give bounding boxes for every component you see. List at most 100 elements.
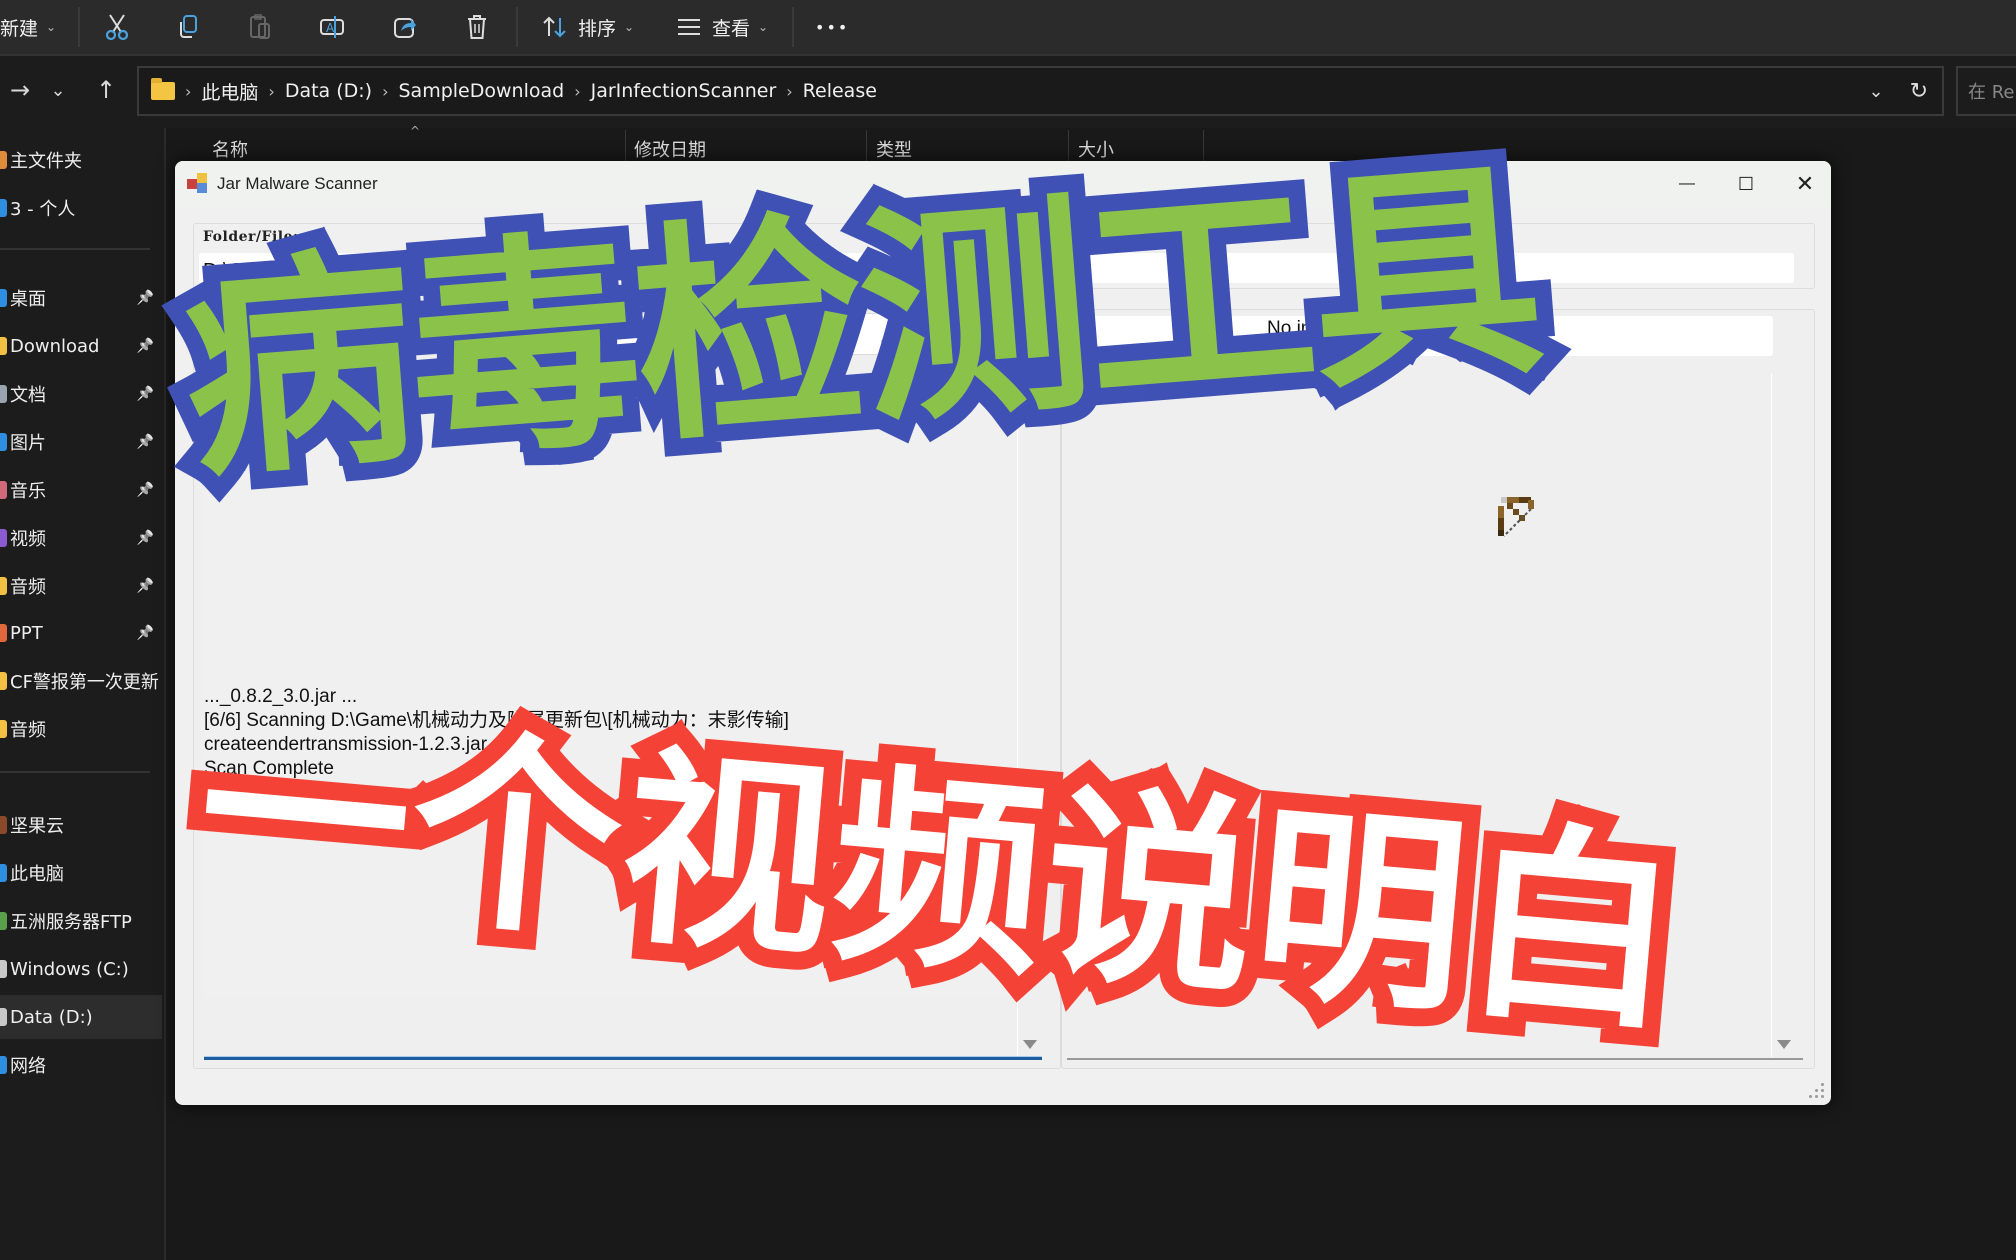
search-input[interactable]: 在 Rel <box>1956 66 2016 116</box>
sidebar-item[interactable]: 3 - 个人 <box>0 186 162 230</box>
sidebar-item-label: 网络 <box>10 1056 46 1077</box>
sidebar-divider <box>0 771 150 773</box>
resize-grip-icon[interactable] <box>1809 1083 1825 1099</box>
sidebar-item-label: 音频 <box>10 720 46 741</box>
sidebar-item-label: 视频 <box>10 529 46 550</box>
svg-text:A: A <box>326 21 335 35</box>
minimize-button[interactable]: — <box>1657 161 1717 207</box>
delete-button[interactable] <box>462 0 492 54</box>
folder-file-label: Folder/File: <box>201 229 301 245</box>
breadcrumb-jarinfectionscanner[interactable]: JarInfectionScanner <box>591 80 777 102</box>
window-titlebar[interactable]: Jar Malware Scanner — ☐ ✕ <box>175 161 1831 207</box>
sidebar-item[interactable]: PPT 📌 <box>0 611 162 655</box>
breadcrumb-data-drive[interactable]: Data (D:) <box>285 80 372 102</box>
pin-icon[interactable]: 📌 <box>137 625 154 641</box>
sidebar-item[interactable]: 网络 <box>0 1043 162 1087</box>
sort-button[interactable]: 排序 ⌄ <box>540 0 634 54</box>
scroll-down-arrow-icon[interactable] <box>1023 1040 1037 1049</box>
column-date-label: 修改日期 <box>634 140 706 161</box>
maximize-button[interactable]: ☐ <box>1716 161 1776 207</box>
column-size-label: 大小 <box>1078 140 1114 161</box>
results-underline <box>1067 1058 1803 1060</box>
sidebar-item[interactable]: 音频 📌 <box>0 564 162 608</box>
log-line: createendertransmission-1.2.3.jar ... <box>204 734 509 755</box>
sidebar-item[interactable]: Windows (C:) <box>0 947 162 991</box>
pin-icon[interactable]: 📌 <box>137 386 154 402</box>
sidebar-item-icon <box>0 337 7 355</box>
sidebar-item[interactable]: 五洲服务器FTP <box>0 899 162 943</box>
log-scrollbar[interactable] <box>1017 373 1042 1057</box>
column-divider[interactable] <box>1068 130 1069 164</box>
recent-locations-button[interactable]: ⌄ <box>38 70 78 110</box>
sidebar-item-label: Data (D:) <box>10 1006 93 1028</box>
folder-file-input[interactable] <box>199 253 1794 283</box>
jar-malware-scanner-window: Jar Malware Scanner — ☐ ✕ Folder/File: .… <box>175 161 1831 1105</box>
pin-icon[interactable]: 📌 <box>137 338 154 354</box>
sidebar-item[interactable]: Data (D:) <box>0 995 162 1039</box>
results-scrollbar[interactable] <box>1771 373 1796 1057</box>
sidebar-item[interactable]: 坚果云 <box>0 803 162 847</box>
new-button[interactable]: 新建 ⌄ <box>0 0 56 54</box>
sidebar-item[interactable]: Download 📌 <box>0 324 162 368</box>
log-line: Scan Complete <box>204 758 334 779</box>
address-history-chevron-icon[interactable]: ⌄ <box>1868 81 1883 102</box>
share-button[interactable] <box>390 0 420 54</box>
breadcrumb-release[interactable]: Release <box>803 80 877 102</box>
sidebar-item-icon <box>0 624 7 642</box>
breadcrumb-this-pc[interactable]: 此电脑 <box>201 78 258 105</box>
results-panel <box>1061 309 1815 1069</box>
sidebar-item-label: 主文件夹 <box>10 151 82 172</box>
pin-icon[interactable]: 📌 <box>137 578 154 594</box>
chevron-right-icon: › <box>268 81 275 101</box>
copy-button[interactable] <box>173 0 203 54</box>
pin-icon[interactable]: 📌 <box>137 434 154 450</box>
sidebar-item[interactable]: 桌面 📌 <box>0 276 162 320</box>
refresh-icon[interactable]: ↻ <box>1910 79 1928 104</box>
sidebar-item[interactable]: 音频 <box>0 707 162 751</box>
column-header-date[interactable]: 修改日期 <box>634 128 706 162</box>
cut-button[interactable] <box>102 0 132 54</box>
column-header-name[interactable]: 名称 <box>212 128 248 162</box>
column-divider[interactable] <box>1203 130 1204 164</box>
sidebar-item-icon <box>0 385 7 403</box>
sidebar-item[interactable]: 主文件夹 <box>0 138 162 182</box>
trash-icon <box>462 12 492 42</box>
sidebar-item[interactable]: 音乐 📌 <box>0 468 162 512</box>
pin-icon[interactable]: 📌 <box>137 530 154 546</box>
sidebar-item[interactable]: CF警报第一次更新 <box>0 659 162 703</box>
pin-icon[interactable]: 📌 <box>137 482 154 498</box>
navigation-pane: 主文件夹 3 - 个人 桌面 📌 Download 📌 文档 📌 图片 📌 音乐 📌 视频 📌 音频 📌 PPT… <box>0 128 166 1260</box>
rename-button[interactable]: A <box>317 0 347 54</box>
up-button[interactable]: ↑ <box>86 70 126 110</box>
column-divider[interactable] <box>625 130 626 164</box>
column-header-type[interactable]: 类型 <box>876 128 912 162</box>
breadcrumb-sampledownload[interactable]: SampleDownload <box>399 80 565 102</box>
copy-icon <box>173 12 203 42</box>
address-bar[interactable]: › 此电脑 › Data (D:) › SampleDownload › Jar… <box>137 66 1944 116</box>
sidebar-item[interactable]: 此电脑 <box>0 851 162 895</box>
more-options-icon: ••• <box>815 17 850 37</box>
scan-button-area[interactable] <box>199 313 1051 355</box>
text-cursor <box>204 783 206 805</box>
close-button[interactable]: ✕ <box>1775 161 1831 207</box>
chevron-down-icon: ⌄ <box>758 20 769 34</box>
app-icon <box>187 173 209 195</box>
chevron-right-icon: › <box>574 81 581 101</box>
more-options-button[interactable]: ••• <box>815 0 849 54</box>
sidebar-item-icon <box>0 864 7 882</box>
sidebar-item[interactable]: 图片 📌 <box>0 420 162 464</box>
arrow-right-icon: → <box>9 76 31 104</box>
column-header-size[interactable]: 大小 <box>1078 128 1114 162</box>
pin-icon[interactable]: 📌 <box>137 290 154 306</box>
column-divider[interactable] <box>866 130 867 164</box>
sidebar-item-label: 3 - 个人 <box>10 199 76 220</box>
scan-log-textbox[interactable]: ..._0.8.2_3.0.jar ... [6/6] Scanning D:\… <box>204 373 1022 997</box>
sidebar-item-icon <box>0 481 7 499</box>
forward-button[interactable]: → <box>0 70 40 110</box>
view-button[interactable]: 查看 ⌄ <box>674 0 768 54</box>
scroll-down-arrow-icon[interactable] <box>1777 1040 1791 1049</box>
sidebar-item[interactable]: 文档 📌 <box>0 372 162 416</box>
sidebar-item[interactable]: 视频 📌 <box>0 516 162 560</box>
paste-button[interactable] <box>245 0 275 54</box>
sidebar-item-label: 音频 <box>10 577 46 598</box>
